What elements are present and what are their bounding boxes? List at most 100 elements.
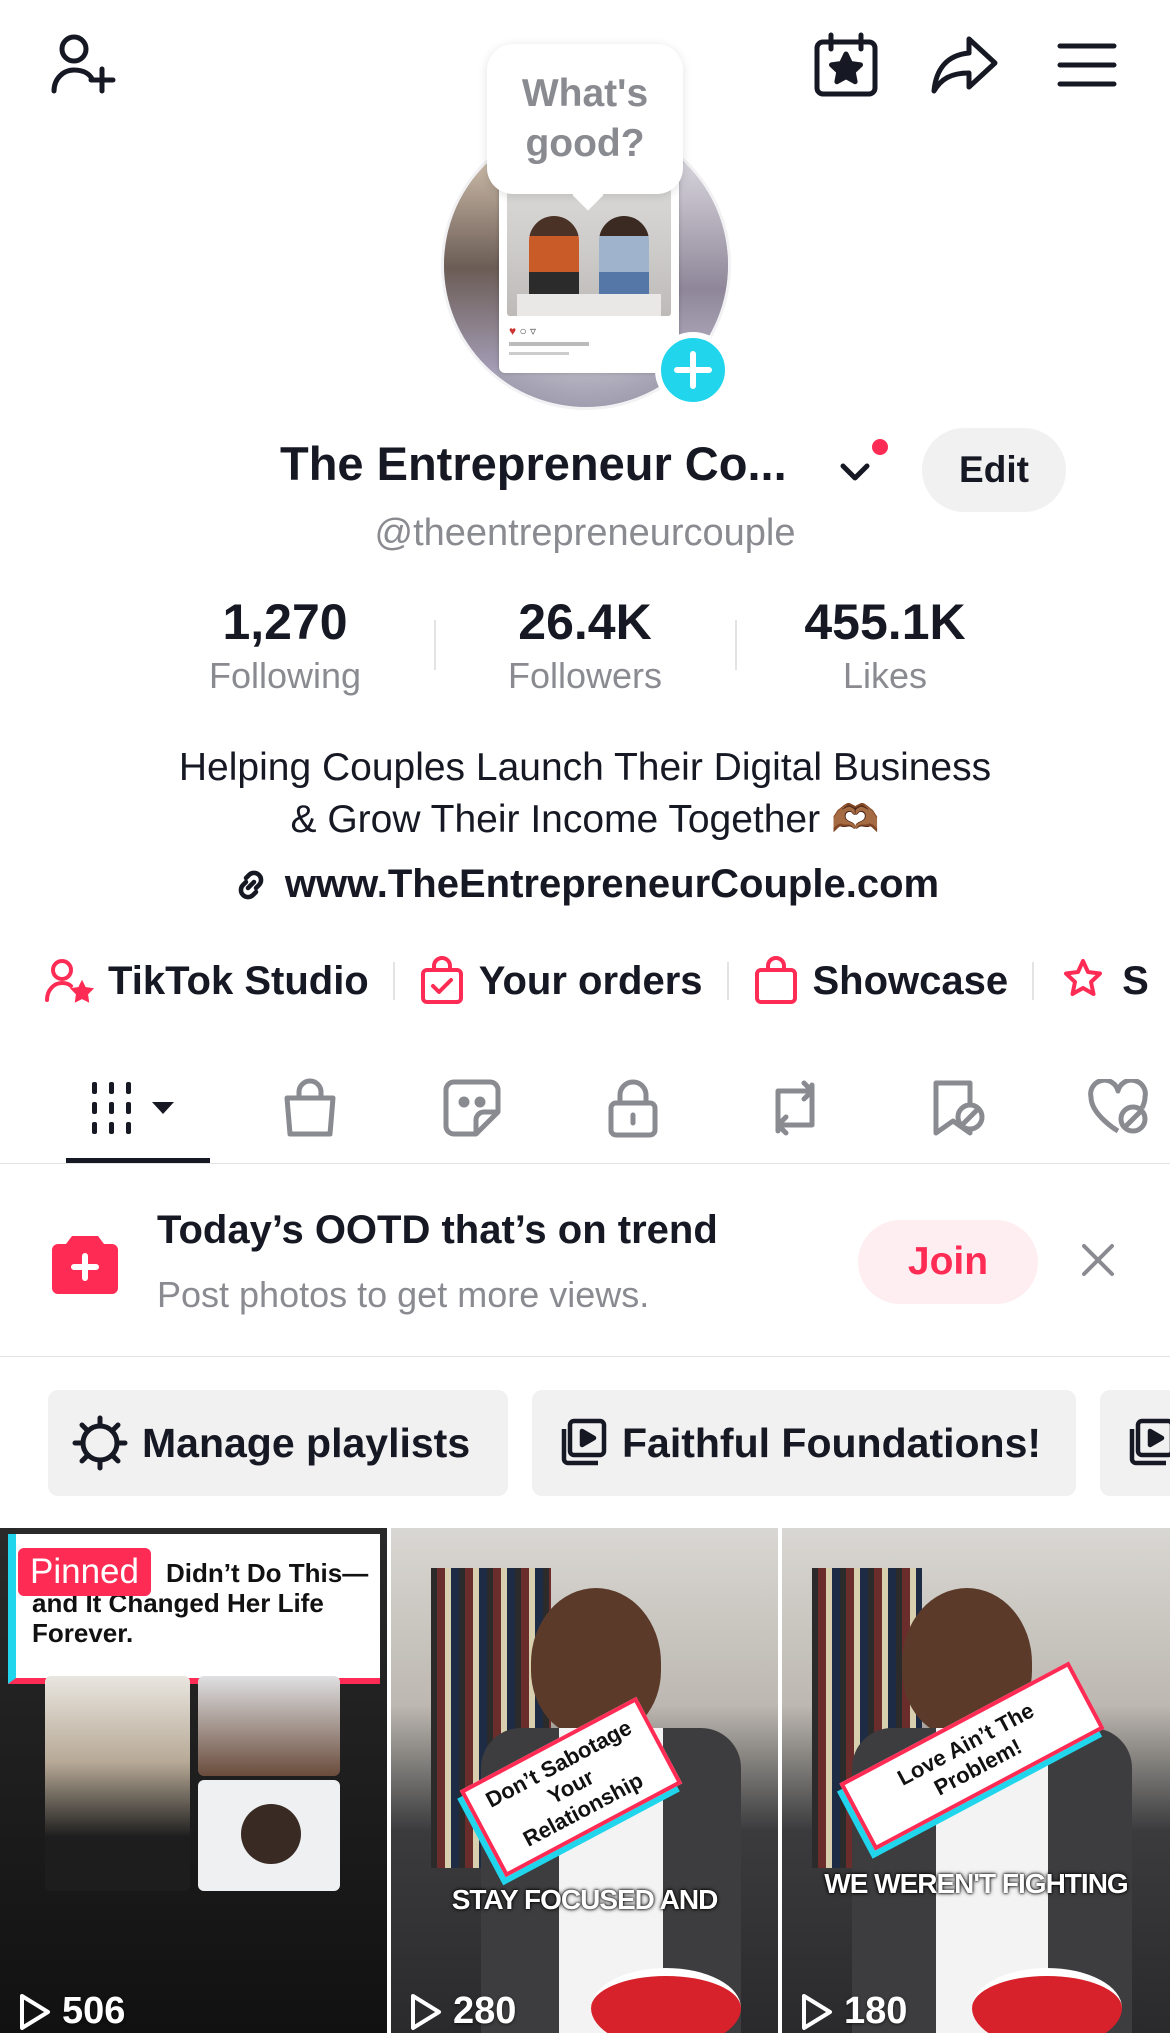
playlist-icon — [561, 1418, 607, 1466]
thumb-subtitle: WE WEREN'T FIGHTING — [824, 1868, 1128, 1899]
thumb-video-call-left — [45, 1676, 190, 1891]
stat-following-label: Following — [208, 655, 362, 696]
view-count: 506 — [18, 1990, 125, 2033]
quick-actions-row: TikTok Studio Your orders Showcase S — [44, 950, 1149, 1012]
view-count: 180 — [800, 1990, 907, 2033]
tiktok-studio-button[interactable]: TikTok Studio — [44, 956, 369, 1006]
stat-followers-label: Followers — [507, 655, 663, 696]
profile-bio: Helping Couples Launch Their Digital Bus… — [0, 742, 1170, 846]
thumb-caption-line-1: Didn’t Do This— — [166, 1558, 369, 1588]
stat-likes-label: Likes — [842, 655, 928, 696]
tab-favorites[interactable] — [897, 1060, 1017, 1156]
more-quick-action-label: S — [1122, 958, 1149, 1003]
edit-profile-button[interactable]: Edit — [922, 428, 1066, 512]
order-bag-icon — [420, 956, 463, 1004]
plus-icon — [674, 351, 712, 389]
share-arrow-icon — [931, 36, 998, 94]
avatar-collage-left — [444, 163, 499, 373]
link-icon — [238, 870, 264, 899]
thumb-subtitle: STAY FOCUSED AND — [451, 1884, 719, 1915]
favorites-hidden-icon — [933, 1080, 985, 1136]
avatar-post-comments — [509, 352, 569, 355]
stat-divider — [434, 620, 436, 670]
more-quick-action-button[interactable]: S — [1058, 956, 1149, 1006]
tiktok-studio-label: TikTok Studio — [108, 958, 369, 1003]
photo-post-icon — [52, 1236, 118, 1294]
tabs-divider — [0, 1163, 1170, 1164]
shop-bag-icon — [284, 1078, 336, 1137]
playlist-icon — [1129, 1418, 1170, 1466]
add-friend-button[interactable] — [42, 25, 122, 105]
thumb-video-call-right-top — [198, 1676, 340, 1776]
hamburger-menu-icon — [1057, 43, 1117, 87]
manage-playlists-label: Manage playlists — [142, 1419, 471, 1466]
chevron-down-icon[interactable] — [835, 452, 875, 492]
showcase-label: Showcase — [812, 958, 1009, 1003]
note-bubble-text: What's good? — [521, 72, 649, 165]
bio-line-1: Helping Couples Launch Their Digital Bus… — [178, 746, 992, 789]
play-outline-icon — [411, 1993, 441, 2030]
join-trend-button[interactable]: Join — [858, 1220, 1038, 1304]
manage-playlists-button[interactable]: Manage playlists — [48, 1390, 508, 1496]
stat-likes[interactable]: 455.1K Likes — [755, 592, 1015, 700]
video-thumbnail[interactable]: Love Ain’t The Problem! WE WEREN'T FIGHT… — [782, 1528, 1170, 2033]
video-thumbnail-pinned[interactable]: Didn’t Do This— and It Changed Her Life … — [0, 1528, 387, 2033]
pinned-badge: Pinned — [18, 1548, 151, 1596]
playlist-chip[interactable]: Faithful Foundations! — [532, 1390, 1076, 1496]
tab-shop[interactable] — [250, 1060, 370, 1156]
add-person-icon — [51, 34, 116, 94]
calendar-star-icon — [814, 32, 878, 97]
menu-button[interactable] — [1047, 25, 1127, 105]
sticker-icon — [443, 1079, 501, 1137]
gear-icon — [72, 1415, 128, 1471]
tab-liked[interactable] — [1058, 1060, 1170, 1156]
lock-icon — [608, 1079, 658, 1138]
play-outline-icon — [802, 1993, 832, 2030]
tab-videos[interactable] — [78, 1060, 198, 1156]
username-handle: @theentrepreneurcouple — [374, 512, 796, 554]
tab-stickers[interactable] — [412, 1060, 532, 1156]
stat-likes-value: 455.1K — [804, 594, 966, 650]
view-count-value: 506 — [62, 1990, 126, 2032]
stat-following-value: 1,270 — [222, 594, 348, 650]
view-count-value: 280 — [453, 1990, 517, 2032]
bio-line-2: & Grow Their Income Together 🫶🏾 — [290, 798, 880, 841]
quick-action-divider — [1032, 962, 1035, 1000]
view-count-value: 180 — [844, 1990, 908, 2032]
tab-reposts[interactable] — [735, 1060, 855, 1156]
shopping-bag-icon — [754, 956, 797, 1004]
repost-icon — [775, 1080, 815, 1136]
play-outline-icon — [20, 1993, 50, 2030]
banner-divider — [0, 1356, 1170, 1357]
note-bubble[interactable]: What's good? — [487, 44, 683, 194]
display-name[interactable]: The Entrepreneur Co... — [280, 436, 787, 491]
stat-followers[interactable]: 26.4K Followers — [455, 592, 715, 700]
stat-divider — [735, 620, 737, 670]
notification-dot — [869, 436, 891, 458]
star-ribbon-icon — [1064, 959, 1103, 996]
tab-private[interactable] — [573, 1060, 693, 1156]
bio-link-text: www.TheEntrepreneurCouple.com — [284, 862, 940, 906]
share-profile-button[interactable] — [925, 25, 1005, 105]
trend-banner-subtitle: Post photos to get more views. — [157, 1274, 650, 1315]
trend-banner-title: Today’s OOTD that’s on trend — [157, 1208, 718, 1252]
quick-action-divider — [726, 962, 729, 1000]
add-story-button[interactable] — [655, 332, 731, 408]
your-orders-button[interactable]: Your orders — [419, 956, 703, 1006]
close-icon[interactable] — [1076, 1238, 1120, 1282]
your-orders-label: Your orders — [478, 958, 703, 1003]
quick-action-divider — [392, 962, 395, 1000]
bio-link[interactable]: www.TheEntrepreneurCouple.com — [0, 862, 1170, 907]
stat-following[interactable]: 1,270 Following — [155, 592, 415, 700]
playlist-chip-next[interactable] — [1100, 1390, 1170, 1496]
avatar-post-actions: ♥ ○ ▿ — [509, 324, 537, 338]
creator-star-icon — [45, 959, 94, 1003]
playlist-chip-label: Faithful Foundations! — [622, 1419, 1042, 1466]
avatar-post-meta — [509, 342, 589, 346]
thumb-caption-line-3: Forever. — [32, 1618, 134, 1648]
showcase-button[interactable]: Showcase — [753, 956, 1009, 1006]
video-thumbnail[interactable]: Don’t Sabotage Your Relationship STAY FO… — [391, 1528, 778, 2033]
events-button[interactable] — [806, 25, 886, 105]
thumb-video-call-right-bottom — [198, 1780, 340, 1891]
view-count: 280 — [409, 1990, 516, 2033]
